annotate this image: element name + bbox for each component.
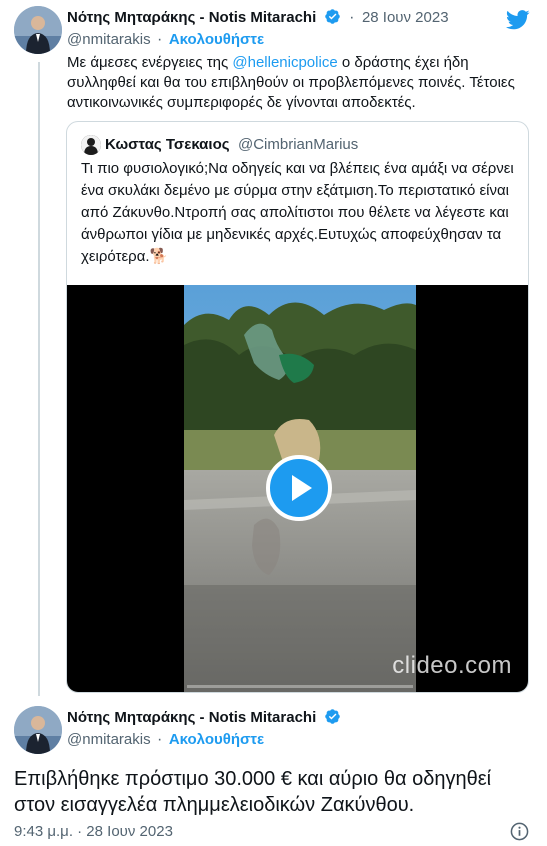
follow-button[interactable]: Ακολουθήστε	[169, 731, 264, 748]
video-player[interactable]: clideo.com	[67, 285, 528, 692]
video-progress-bar[interactable]	[187, 685, 413, 688]
thread-line	[38, 62, 40, 696]
twitter-bird-icon[interactable]	[506, 10, 530, 35]
video-watermark: clideo.com	[392, 652, 512, 679]
avatar[interactable]	[14, 706, 62, 754]
author-name[interactable]: Νότης Μηταράκης - Notis Mitarachi	[67, 709, 316, 726]
follow-button[interactable]: Ακολουθήστε	[169, 31, 264, 48]
avatar[interactable]	[14, 6, 62, 54]
quoted-text-body: Τι πιο φυσιολογικό;Να οδηγείς και να βλέ…	[81, 160, 514, 265]
mention-link[interactable]: @hellenicpolice	[232, 54, 337, 71]
tweet-timestamp[interactable]: 9:43 μ.μ. · 28 Ιουν 2023	[14, 823, 173, 840]
author-handle[interactable]: @nmitarakis	[67, 731, 151, 748]
tweet-text-part: Με άμεσες ενέργειες της	[67, 54, 233, 71]
quoted-text: Τι πιο φυσιολογικό;Να οδηγείς και να βλέ…	[81, 158, 515, 268]
quoted-avatar	[81, 135, 101, 155]
author-name[interactable]: Νότης Μηταράκης - Notis Mitarachi	[67, 9, 316, 26]
dog-emoji: 🐕	[149, 248, 169, 265]
author-handle[interactable]: @nmitarakis	[67, 31, 151, 48]
separator: ·	[349, 9, 355, 26]
quoted-tweet[interactable]: Κωστας Τσεκαιος @CimbrianMarius Τι πιο φ…	[66, 121, 529, 693]
tweet-text: Με άμεσες ενέργειες της @hellenicpolice …	[67, 53, 533, 113]
verified-badge-icon	[324, 709, 340, 724]
play-icon	[292, 475, 312, 501]
quoted-author-handle: @CimbrianMarius	[238, 136, 359, 153]
separator: ·	[157, 731, 163, 748]
verified-badge-icon	[324, 9, 340, 24]
tweet-date[interactable]: 28 Ιουν 2023	[362, 9, 449, 26]
tweet-text: Επιβλήθηκε πρόστιμο 30.000 € και αύριο θ…	[14, 768, 492, 816]
quoted-author-name: Κωστας Τσεκαιος	[105, 136, 230, 153]
info-icon[interactable]	[510, 822, 529, 846]
play-button[interactable]	[266, 455, 332, 521]
separator: ·	[157, 31, 163, 48]
